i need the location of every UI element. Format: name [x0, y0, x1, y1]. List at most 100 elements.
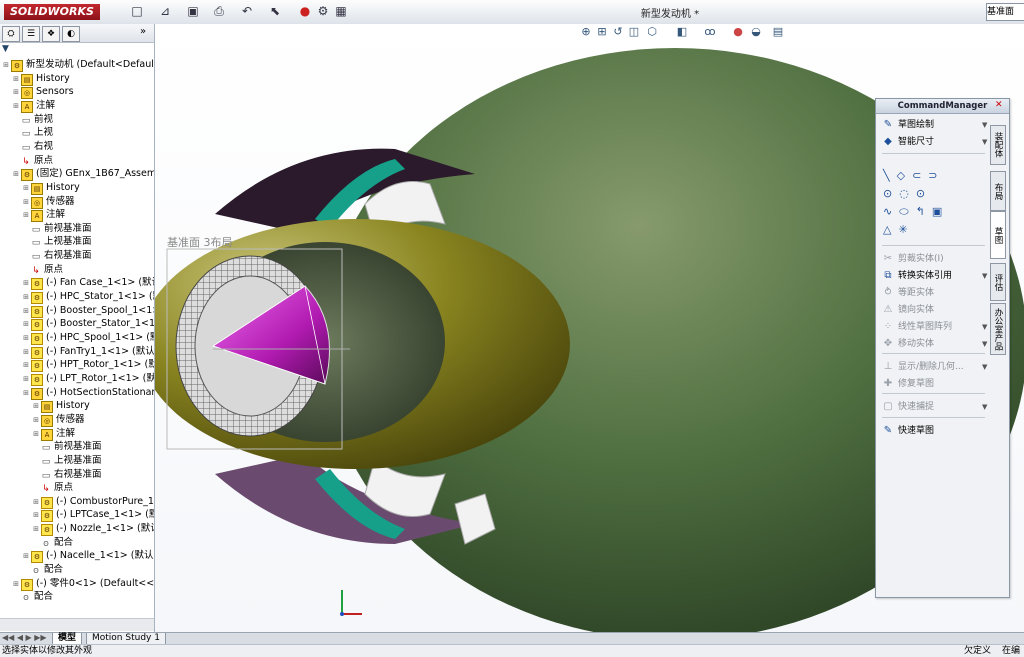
tree-item[interactable]: ▭ 右视	[12, 140, 53, 154]
tree-item[interactable]: ⊞ A 注解	[22, 208, 65, 223]
expand-toggle-icon[interactable]: ⊞	[22, 373, 30, 387]
command-mirror[interactable]: ⚠ 镜向实体	[882, 302, 935, 318]
tree-item[interactable]: ⊞ ⚙ (-) Nozzle_1<1> (默认	[32, 522, 154, 537]
command-rapid-sketch[interactable]: ✎ 快速草图	[882, 423, 934, 439]
dropdown-arrow-icon[interactable]: ▼	[982, 363, 987, 371]
tree-item[interactable]: ▭ 右视基准面	[32, 468, 102, 482]
expand-toggle-icon[interactable]: ⊞	[22, 277, 30, 291]
tree-item[interactable]: ▭ 右视基准面	[22, 249, 92, 263]
expand-toggle-icon[interactable]: ⊞	[12, 86, 20, 100]
tree-item[interactable]: ⊞ ⚙ (-) Booster_Spool_1<1>	[22, 304, 154, 318]
expand-toggle-icon[interactable]: ⊞	[12, 73, 20, 87]
tree-item[interactable]: ▭ 前视	[12, 113, 53, 127]
sketch-layout-label[interactable]: 基准面 3布局	[167, 236, 233, 249]
expand-toggle-icon[interactable]: ⊞	[22, 346, 30, 360]
zoom-area-icon[interactable]: ⊞	[596, 25, 608, 39]
tree-item[interactable]: ⊞ ⚙ (-) CombustorPure_1	[32, 495, 154, 509]
command-relations[interactable]: ⊥ 显示/删除几何...	[882, 359, 964, 375]
tree-item[interactable]: ⊞ ◎ 传感器	[32, 413, 85, 427]
tree-item[interactable]: ⊞ A 注解	[12, 99, 55, 113]
print-icon[interactable]: ⎙	[212, 4, 226, 18]
command-linear-pattern[interactable]: ⁘ 线性草图阵列	[882, 319, 952, 335]
expand-toggle-icon[interactable]: ⊞	[22, 387, 30, 401]
dropdown-arrow-icon[interactable]: ▼	[982, 403, 987, 411]
save-icon[interactable]: ▣	[186, 4, 200, 18]
line-tools-row[interactable]: ╲◇⊂⊃	[883, 169, 945, 182]
expand-toggle-icon[interactable]: ⊞	[22, 550, 30, 564]
tree-item[interactable]: ⊞ ⚙ (-) HotSectionStationary	[22, 386, 154, 400]
feature-manager-tab[interactable]: ⛭	[2, 26, 20, 42]
command-sketch[interactable]: ✎ 草图绘制	[882, 117, 934, 133]
tree-item[interactable]: ⊞ ⚙ (-) LPTCase_1<1> (默	[32, 508, 154, 523]
command-repair-sketch[interactable]: ✚ 修复草图	[882, 376, 934, 392]
tree-item[interactable]: ⊞ ⚙ (-) Booster_Stator_1<1>	[22, 317, 154, 332]
tab-scroll-arrows[interactable]: ◀◀ ◀ ▶ ▶▶	[2, 633, 47, 642]
expand-toggle-icon[interactable]: ⊞	[32, 496, 40, 510]
tree-item[interactable]: ⊞ ◎ Sensors	[12, 85, 74, 100]
expand-toggle-icon[interactable]: ⊞	[22, 182, 30, 196]
expand-toggle-icon[interactable]: ⊞	[12, 578, 20, 592]
side-tab-office-products[interactable]: 办公室产品	[990, 303, 1006, 355]
command-trim[interactable]: ✂ 剪裁实体(I)	[882, 251, 944, 267]
tree-item[interactable]: ⊞ ⚙ (-) HPC_Stator_1<1> (默	[22, 290, 154, 305]
tree-item[interactable]: ⊞ ▤ History	[32, 399, 90, 414]
select-icon[interactable]: ⬉	[268, 4, 282, 18]
circle-tools-row[interactable]: ⊙◌⊙	[883, 187, 932, 200]
expand-toggle-icon[interactable]: ⊞	[12, 168, 20, 182]
expand-toggle-icon[interactable]: ⊞	[32, 414, 40, 428]
command-offset[interactable]: ⥁ 等距实体	[882, 285, 934, 301]
previous-view-icon[interactable]: ↺	[612, 25, 624, 39]
search-commands-input[interactable]: 基准面	[986, 3, 1024, 21]
tree-item[interactable]: ▭ 上视基准面	[32, 454, 102, 468]
expand-toggle-icon[interactable]: ⊞	[2, 59, 10, 73]
side-tab-evaluate[interactable]: 评估	[990, 263, 1006, 301]
side-tab-sketch[interactable]: 草图	[990, 211, 1006, 259]
side-tab-assembly[interactable]: 装配体	[990, 125, 1006, 165]
tree-item[interactable]: ʘ 配合	[12, 590, 53, 604]
expand-toggle-icon[interactable]: ⊞	[32, 509, 40, 523]
tree-item[interactable]: ʘ 配合	[22, 563, 63, 577]
dropdown-arrow-icon[interactable]: ▼	[982, 138, 987, 146]
tree-item[interactable]: ⊞ ⚙ (-) FanTry1_1<1> (默认<	[22, 345, 154, 359]
expand-toggle-icon[interactable]: ⊞	[22, 209, 30, 223]
tree-item[interactable]: ⊞⚙(-) HPC_Spool_1<1> (默认	[22, 331, 154, 345]
expand-toggle-icon[interactable]: ⊞	[22, 332, 30, 346]
expand-toggle-icon[interactable]: ⊞	[32, 523, 40, 537]
tree-item[interactable]: ↳ 原点	[32, 481, 73, 495]
tree-item[interactable]: ▭ 前视基准面	[22, 222, 92, 236]
section-view-icon[interactable]: ◫	[628, 25, 640, 39]
expand-toggle-icon[interactable]: ⊞	[32, 428, 40, 442]
spline-tools-row[interactable]: ∿⬭↰▣	[883, 205, 949, 219]
display-manager-tab[interactable]: ◐	[62, 26, 80, 42]
scene-icon[interactable]: ◒	[750, 25, 762, 39]
display-style-icon[interactable]: ◧	[676, 25, 688, 39]
expand-toggle-icon[interactable]: ⊞	[12, 100, 20, 114]
zoom-fit-icon[interactable]: ⊕	[580, 25, 592, 39]
options-icon[interactable]: ⚙	[316, 4, 330, 18]
view-orientation-icon[interactable]: ⬡	[646, 25, 658, 39]
dropdown-arrow-icon[interactable]: ▼	[982, 272, 987, 280]
tree-filter[interactable]: ▼	[2, 44, 152, 56]
tree-item[interactable]: ↳ 原点	[22, 263, 63, 277]
dropdown-arrow-icon[interactable]: ▼	[982, 340, 987, 348]
expand-toggle-icon[interactable]: ⊞	[32, 400, 40, 414]
expand-toggle-icon[interactable]: ⊞	[22, 305, 30, 319]
tree-item[interactable]: ⊞ ▤ History	[12, 72, 70, 86]
expand-toggle-icon[interactable]: ⊞	[22, 318, 30, 332]
dropdown-arrow-icon[interactable]: ▼	[982, 323, 987, 331]
hide-show-icon[interactable]: ꝏ	[704, 25, 716, 39]
configuration-manager-tab[interactable]: ❖	[42, 26, 60, 42]
solidworks-logo[interactable]: SOLIDWORKS	[4, 4, 100, 20]
view-settings-icon[interactable]: ▤	[772, 25, 784, 39]
side-tab-layout[interactable]: 布局	[990, 171, 1006, 211]
tree-item[interactable]: ▭ 上视	[12, 126, 53, 140]
appearance-icon[interactable]: ●	[732, 25, 744, 39]
close-icon[interactable]: ✕	[995, 100, 1003, 110]
expand-toggle-icon[interactable]: ⊞	[22, 359, 30, 373]
panel-expand-icon[interactable]: »	[140, 26, 146, 37]
new-icon[interactable]: □	[130, 4, 144, 18]
tree-item[interactable]: ⊞ ⚙ (-) Fan Case_1<1> (默认	[22, 276, 154, 291]
property-manager-tab[interactable]: ☰	[22, 26, 40, 42]
tree-item[interactable]: ⊞⚙(-) 零件0<1> (Default<<De	[12, 577, 154, 591]
command-quick-snaps[interactable]: ▢ 快速捕捉	[882, 399, 934, 415]
